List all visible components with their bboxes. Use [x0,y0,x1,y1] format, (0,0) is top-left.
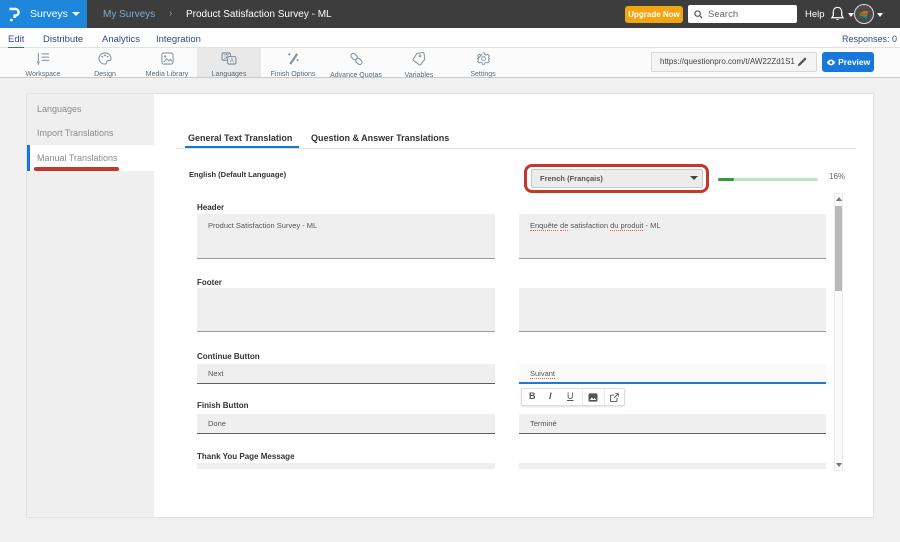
svg-text:A: A [230,59,234,65]
